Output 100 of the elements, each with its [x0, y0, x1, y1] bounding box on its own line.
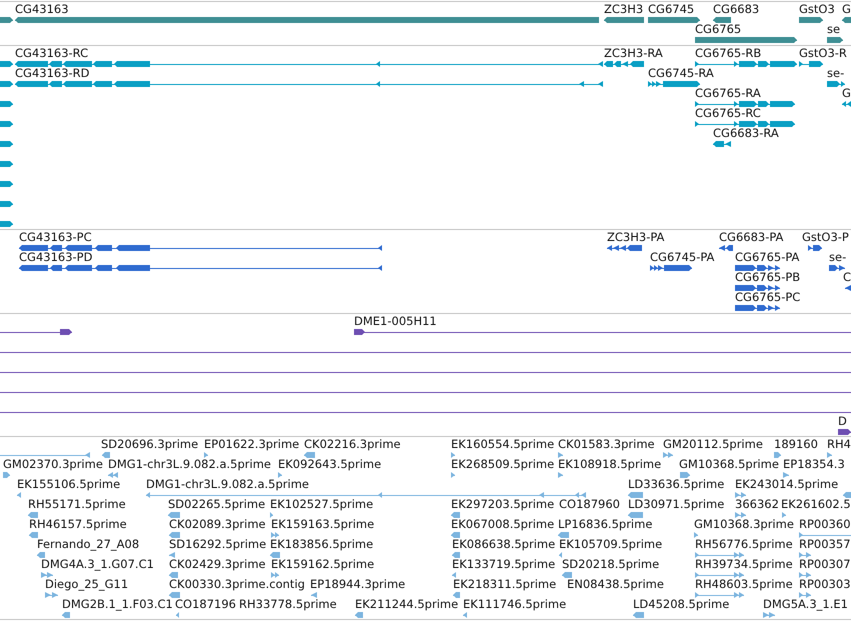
est-glyph[interactable] [451, 512, 460, 518]
transcript-glyph[interactable] [695, 101, 795, 107]
est-glyph[interactable] [146, 492, 586, 498]
cds-glyph[interactable] [719, 245, 733, 251]
est-glyph[interactable] [799, 532, 851, 538]
est-glyph[interactable] [827, 452, 832, 458]
est-glyph[interactable] [633, 612, 644, 618]
transcript-glyph[interactable] [695, 61, 797, 67]
transcript-glyph[interactable] [695, 121, 795, 127]
est-glyph[interactable] [108, 472, 118, 478]
est-glyph[interactable] [783, 472, 789, 478]
est-glyph[interactable] [29, 532, 38, 538]
est-glyph[interactable] [278, 472, 282, 478]
transcript-glyph[interactable] [799, 61, 823, 67]
est-glyph[interactable] [562, 572, 572, 578]
transcript-glyph[interactable] [0, 221, 13, 227]
est-glyph[interactable] [169, 592, 180, 598]
est-glyph[interactable] [41, 572, 53, 578]
gene-glyph[interactable] [827, 37, 843, 43]
clone-glyph[interactable] [354, 329, 851, 335]
est-glyph[interactable] [463, 612, 467, 618]
est-glyph[interactable] [451, 472, 455, 478]
transcript-glyph[interactable] [0, 181, 13, 187]
transcript-glyph[interactable] [0, 141, 13, 147]
est-glyph[interactable] [37, 552, 45, 558]
est-glyph[interactable] [735, 512, 746, 518]
est-glyph[interactable] [735, 492, 746, 498]
est-glyph[interactable] [843, 492, 851, 498]
gene-glyph[interactable] [604, 17, 644, 23]
clone-glyph[interactable] [0, 329, 72, 335]
cds-glyph[interactable] [735, 305, 780, 311]
est-glyph[interactable] [452, 572, 456, 578]
est-glyph[interactable] [168, 512, 180, 518]
est-glyph[interactable] [169, 532, 180, 538]
est-glyph[interactable] [694, 532, 698, 538]
transcript-glyph[interactable] [0, 161, 13, 167]
est-glyph[interactable] [663, 452, 673, 458]
est-glyph[interactable] [680, 472, 690, 478]
est-glyph[interactable] [45, 592, 58, 598]
est-glyph[interactable] [0, 452, 90, 458]
est-glyph[interactable] [695, 592, 744, 598]
transcript-glyph[interactable] [0, 61, 13, 67]
est-glyph[interactable] [204, 452, 208, 458]
est-glyph[interactable] [169, 572, 178, 578]
est-glyph[interactable] [558, 452, 563, 458]
cds-glyph[interactable] [607, 245, 642, 251]
transcript-glyph[interactable] [0, 81, 13, 87]
gene-glyph[interactable] [648, 17, 700, 23]
est-glyph[interactable] [169, 552, 175, 558]
est-glyph[interactable] [763, 612, 775, 618]
cds-glyph[interactable] [735, 265, 780, 271]
cds-glyph[interactable] [829, 265, 845, 271]
est-glyph[interactable] [558, 532, 569, 538]
gene-glyph[interactable] [0, 17, 13, 23]
est-glyph[interactable] [558, 472, 563, 478]
gene-glyph[interactable] [713, 17, 731, 23]
cds-glyph[interactable] [650, 265, 692, 271]
transcript-glyph[interactable] [0, 101, 13, 107]
clone-glyph[interactable] [838, 429, 851, 435]
est-glyph[interactable] [453, 592, 460, 598]
cds-glyph[interactable] [808, 245, 822, 251]
cds-glyph[interactable] [19, 245, 382, 251]
est-glyph[interactable] [799, 572, 811, 578]
transcript-glyph[interactable] [648, 81, 700, 87]
est-glyph[interactable] [304, 452, 315, 458]
est-glyph[interactable] [451, 532, 460, 538]
transcript-glyph[interactable] [842, 101, 851, 107]
est-glyph[interactable] [17, 492, 21, 498]
est-glyph[interactable] [782, 512, 786, 518]
est-glyph[interactable] [451, 452, 455, 458]
gene-glyph[interactable] [842, 17, 851, 23]
est-glyph[interactable] [799, 552, 811, 558]
est-glyph[interactable] [102, 452, 110, 458]
transcript-glyph[interactable] [15, 81, 603, 87]
transcript-glyph[interactable] [0, 121, 13, 127]
est-glyph[interactable] [774, 452, 781, 458]
est-glyph[interactable] [452, 552, 460, 558]
est-glyph[interactable] [695, 572, 744, 578]
gene-glyph[interactable] [799, 17, 823, 23]
est-glyph[interactable] [559, 552, 562, 558]
cds-glyph[interactable] [735, 285, 780, 291]
cds-glyph[interactable] [19, 265, 382, 271]
est-glyph[interactable] [799, 592, 811, 598]
est-glyph[interactable] [176, 612, 179, 618]
est-glyph[interactable] [270, 512, 273, 518]
est-glyph[interactable] [695, 552, 744, 558]
transcript-glyph[interactable] [0, 201, 13, 207]
est-glyph[interactable] [3, 472, 10, 478]
est-glyph[interactable] [355, 612, 363, 618]
est-glyph[interactable] [28, 512, 38, 518]
est-glyph[interactable] [311, 592, 317, 598]
est-glyph[interactable] [271, 532, 279, 538]
cds-glyph[interactable] [845, 285, 851, 291]
est-glyph[interactable] [270, 552, 280, 558]
est-glyph[interactable] [628, 492, 643, 498]
est-glyph[interactable] [628, 512, 643, 518]
transcript-glyph[interactable] [827, 81, 845, 87]
transcript-glyph[interactable] [713, 141, 731, 147]
est-glyph[interactable] [62, 612, 70, 618]
est-glyph[interactable] [271, 572, 279, 578]
